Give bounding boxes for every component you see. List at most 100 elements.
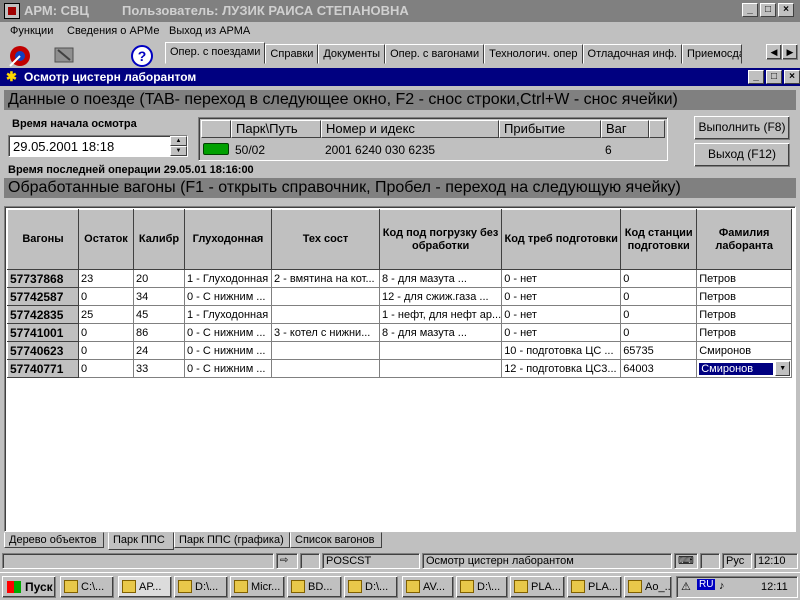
- cell-remainder[interactable]: 0: [78, 323, 134, 342]
- taskbar-item[interactable]: PLA...: [567, 576, 622, 598]
- tab-wagon-ops[interactable]: Опер. с вагонами: [385, 44, 485, 64]
- cell-load-code[interactable]: 1 - нефт, для нефт ар...: [378, 305, 503, 324]
- start-button[interactable]: Пуск: [2, 576, 56, 598]
- cell-remainder[interactable]: 0: [78, 287, 134, 306]
- cell-load-code[interactable]: [378, 359, 503, 378]
- wagons-grid[interactable]: Вагоны Остаток Калибр Глуходонная Тех со…: [4, 206, 796, 532]
- cell-prep-code[interactable]: 0 - нет: [501, 287, 622, 306]
- cell-remainder[interactable]: 0: [78, 359, 134, 378]
- tab-documents[interactable]: Документы: [318, 44, 386, 64]
- cell-wagon[interactable]: 57737868: [7, 269, 79, 288]
- cell-wagon[interactable]: 57740771: [7, 359, 79, 378]
- cell-remainder[interactable]: 23: [78, 269, 134, 288]
- cell-lab-surname[interactable]: Петров: [696, 323, 793, 342]
- help-icon[interactable]: ?: [128, 42, 158, 68]
- cell-bottom-type[interactable]: 0 - С нижним ...: [184, 341, 272, 360]
- taskbar-item[interactable]: PLA...: [510, 576, 565, 598]
- taskbar-item[interactable]: C:\...: [60, 576, 114, 598]
- tools-icon[interactable]: [50, 42, 80, 68]
- menu-about[interactable]: Сведения о АРМе: [67, 25, 159, 37]
- cell-remainder[interactable]: 25: [78, 305, 134, 324]
- train-table[interactable]: Парк\Путь Номер и идекс Прибытие Ваг 50/…: [198, 117, 668, 161]
- start-time-spinner[interactable]: ▲ ▼: [170, 136, 187, 156]
- tab-acceptance[interactable]: Приемосда: [681, 44, 742, 64]
- inner-close-button[interactable]: ×: [784, 70, 800, 84]
- network-icon[interactable]: [6, 42, 36, 68]
- cell-lab-surname[interactable]: Петров: [696, 305, 793, 324]
- cell-prep-code[interactable]: 10 - подготовка ЦС ...: [501, 341, 622, 360]
- table-row[interactable]: 57742835 25 45 1 - Глуходонная 1 - нефт, для…: [7, 305, 793, 324]
- cell-tech-state[interactable]: 2 - вмятина на кот...: [271, 269, 380, 288]
- cell-prep-code[interactable]: 0 - нет: [501, 323, 622, 342]
- tabs-scroll-left-icon[interactable]: ◀: [766, 44, 782, 60]
- cell-caliber[interactable]: 24: [133, 341, 185, 360]
- tab-tech-ops[interactable]: Технологич. опер: [484, 44, 583, 64]
- taskbar-item[interactable]: D:\...: [344, 576, 398, 598]
- inner-minimize-button[interactable]: _: [748, 70, 764, 84]
- cell-bottom-type[interactable]: 0 - С нижним ...: [184, 287, 272, 306]
- cell-tech-state[interactable]: 3 - котел с нижни...: [271, 323, 380, 342]
- execute-button[interactable]: Выполнить (F8): [694, 116, 790, 140]
- minimize-button[interactable]: _: [742, 3, 758, 17]
- spin-up-icon[interactable]: ▲: [170, 136, 187, 146]
- cell-lab-surname[interactable]: Петров: [696, 287, 793, 306]
- cell-caliber[interactable]: 20: [133, 269, 185, 288]
- dropdown-arrow-icon[interactable]: ▼: [775, 361, 791, 376]
- tab-object-tree[interactable]: Дерево объектов: [4, 532, 104, 548]
- tab-references[interactable]: Справки: [265, 44, 319, 64]
- cell-lab-surname[interactable]: Смиронов ▼: [696, 359, 793, 378]
- menu-functions[interactable]: Функции: [10, 25, 53, 37]
- tab-wagon-list[interactable]: Список вагонов: [290, 532, 382, 548]
- cell-wagon[interactable]: 57742835: [7, 305, 79, 324]
- inner-maximize-button[interactable]: □: [766, 70, 782, 84]
- taskbar-item[interactable]: Micr...: [230, 576, 285, 598]
- tab-debug-info[interactable]: Отладочная инф.: [582, 44, 682, 64]
- cell-caliber[interactable]: 86: [133, 323, 185, 342]
- table-row[interactable]: 57742587 0 34 0 - С нижним ... 12 - для сжиж…: [7, 287, 793, 306]
- taskbar-item[interactable]: AP...: [118, 576, 172, 598]
- table-row[interactable]: 57740771 0 33 0 - С нижним ... 12 - подготов…: [7, 359, 793, 378]
- cell-tech-state[interactable]: [271, 305, 380, 324]
- cell-caliber[interactable]: 33: [133, 359, 185, 378]
- cell-load-code[interactable]: 8 - для мазута ...: [378, 323, 503, 342]
- cell-station-code[interactable]: 0: [620, 287, 698, 306]
- tab-pps-park-graphics[interactable]: Парк ППС (графика): [174, 532, 290, 548]
- table-row[interactable]: 57740623 0 24 0 - С нижним ... 10 - подготов…: [7, 341, 793, 360]
- cell-tech-state[interactable]: [271, 287, 380, 306]
- cell-load-code[interactable]: [378, 341, 503, 360]
- table-row[interactable]: 57737868 23 20 1 - Глуходонная 2 - вмятина н…: [7, 269, 793, 288]
- cell-station-code[interactable]: 0: [620, 269, 698, 288]
- taskbar-item[interactable]: AV...: [402, 576, 454, 598]
- selected-cell-value[interactable]: Смиронов: [699, 362, 774, 375]
- cell-tech-state[interactable]: [271, 341, 380, 360]
- taskbar-item[interactable]: BD...: [287, 576, 342, 598]
- cell-bottom-type[interactable]: 1 - Глуходонная: [184, 269, 272, 288]
- tab-pps-park[interactable]: Парк ППС: [108, 532, 174, 550]
- taskbar-item[interactable]: D:\...: [456, 576, 508, 598]
- cell-prep-code[interactable]: 0 - нет: [501, 305, 622, 324]
- cell-station-code[interactable]: 0: [620, 323, 698, 342]
- maximize-button[interactable]: □: [760, 3, 776, 17]
- cell-prep-code[interactable]: 12 - подготовка ЦС3...: [501, 359, 622, 378]
- cell-remainder[interactable]: 0: [78, 341, 134, 360]
- tabs-scroll-right-icon[interactable]: ▶: [782, 44, 798, 60]
- cell-bottom-type[interactable]: 1 - Глуходонная: [184, 305, 272, 324]
- tray-lang[interactable]: RU: [697, 579, 716, 590]
- exit-button[interactable]: Выход (F12): [694, 143, 790, 167]
- tray-speaker-icon[interactable]: ♪: [719, 580, 725, 592]
- table-row[interactable]: 57741001 0 86 0 - С нижним ... 3 - котел с н…: [7, 323, 793, 342]
- cell-bottom-type[interactable]: 0 - С нижним ...: [184, 359, 272, 378]
- cell-lab-surname[interactable]: Петров: [696, 269, 793, 288]
- tab-train-ops[interactable]: Опер. с поездами: [165, 42, 266, 64]
- start-time-input[interactable]: 29.05.2001 18:18: [8, 135, 188, 157]
- spin-down-icon[interactable]: ▼: [170, 146, 187, 156]
- close-button[interactable]: ×: [778, 3, 794, 17]
- cell-load-code[interactable]: 8 - для мазута ...: [378, 269, 503, 288]
- taskbar-item[interactable]: D:\...: [174, 576, 228, 598]
- cell-caliber[interactable]: 45: [133, 305, 185, 324]
- cell-station-code[interactable]: 0: [620, 305, 698, 324]
- cell-station-code[interactable]: 64003: [620, 359, 698, 378]
- taskbar-item[interactable]: Ao_...: [624, 576, 672, 598]
- cell-tech-state[interactable]: [271, 359, 380, 378]
- cell-prep-code[interactable]: 0 - нет: [501, 269, 622, 288]
